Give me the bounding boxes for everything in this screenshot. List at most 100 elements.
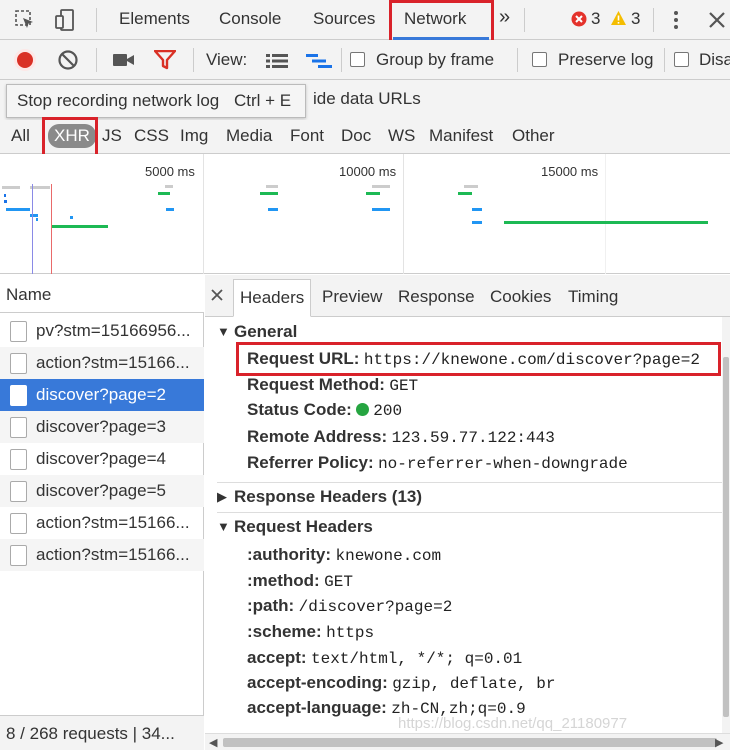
overview-bar: [165, 185, 173, 188]
overview-bar: [504, 221, 708, 224]
request-row-selected[interactable]: discover?page=2: [0, 379, 204, 411]
overview-bar: [2, 186, 20, 189]
kebab-menu-icon[interactable]: [670, 9, 682, 31]
section-divider: [217, 512, 725, 513]
more-tabs-button[interactable]: »: [499, 6, 510, 29]
request-name: discover?page=4: [36, 449, 166, 468]
close-details-icon[interactable]: [210, 287, 224, 301]
error-icon[interactable]: [571, 11, 587, 27]
general-section-header[interactable]: ▼ General: [217, 322, 297, 342]
network-overview-timeline[interactable]: 5000 ms 10000 ms 15000 ms: [0, 154, 730, 274]
document-icon: [10, 545, 27, 566]
type-filter-doc[interactable]: Doc: [341, 126, 371, 146]
large-rows-icon[interactable]: [266, 53, 288, 69]
overview-bar: [260, 192, 278, 195]
inspect-element-icon[interactable]: [14, 9, 36, 31]
warning-icon[interactable]: [610, 10, 627, 26]
record-button[interactable]: [13, 48, 37, 72]
name-column-header[interactable]: Name: [0, 275, 204, 313]
tab-network[interactable]: Network: [404, 9, 466, 29]
request-method-key: Request Method:: [247, 375, 385, 394]
overview-bar: [158, 192, 170, 195]
header-key: :path:: [247, 596, 295, 615]
header-key: :scheme:: [247, 622, 322, 641]
referrer-policy-key: Referrer Policy:: [247, 453, 374, 472]
vertical-scroll-thumb[interactable]: [723, 357, 729, 717]
error-count[interactable]: 3: [591, 9, 600, 29]
overview-bar: [372, 208, 390, 211]
tab-preview[interactable]: Preview: [322, 287, 382, 307]
remote-address-row: Remote Address: 123.59.77.122:443: [247, 427, 555, 447]
request-row[interactable]: discover?page=4: [0, 443, 204, 475]
waterfall-view-icon[interactable]: [306, 53, 332, 69]
tab-elements[interactable]: Elements: [119, 9, 190, 29]
screenshot-camera-icon[interactable]: [113, 52, 135, 68]
header-value: gzip, deflate, br: [392, 675, 556, 693]
type-filter-manifest[interactable]: Manifest: [429, 126, 493, 146]
preserve-log-label: Preserve log: [558, 50, 654, 69]
disable-cache-label: Disa: [699, 50, 730, 69]
request-row[interactable]: action?stm=15166...: [0, 347, 204, 379]
tab-cookies[interactable]: Cookies: [490, 287, 551, 307]
type-filter-all[interactable]: All: [11, 126, 30, 146]
overview-tick-label: 5000 ms: [145, 164, 195, 179]
document-icon: [10, 385, 27, 406]
horizontal-scroll-thumb[interactable]: [223, 738, 717, 747]
type-filter-xhr[interactable]: XHR: [48, 124, 96, 148]
request-row[interactable]: action?stm=15166...: [0, 507, 204, 539]
document-icon: [10, 449, 27, 470]
request-name: discover?page=5: [36, 481, 166, 500]
general-section-title: General: [234, 322, 298, 341]
overview-bar: [458, 192, 472, 195]
type-filter-img[interactable]: Img: [180, 126, 208, 146]
request-method-row: Request Method: GET: [247, 375, 418, 395]
request-headers-section-header[interactable]: ▼ Request Headers: [217, 517, 373, 537]
request-row[interactable]: discover?page=5: [0, 475, 204, 507]
referrer-policy-row: Referrer Policy: no-referrer-when-downgr…: [247, 453, 628, 473]
overview-bar: [36, 218, 38, 221]
preserve-log-checkbox[interactable]: [532, 52, 547, 67]
scroll-left-arrow-icon[interactable]: ◀: [209, 736, 217, 749]
warning-count[interactable]: 3: [631, 9, 640, 29]
type-filter-font[interactable]: Font: [290, 126, 324, 146]
scroll-right-arrow-icon[interactable]: ▶: [715, 736, 723, 749]
request-details-panel: Headers Preview Response Cookies Timing …: [205, 275, 730, 750]
disable-cache-checkbox[interactable]: [674, 52, 689, 67]
filter-funnel-icon[interactable]: [153, 49, 177, 70]
dom-content-loaded-line: [32, 184, 33, 274]
type-filter-ws[interactable]: WS: [388, 126, 415, 146]
tab-sources[interactable]: Sources: [313, 9, 375, 29]
request-row[interactable]: pv?stm=15166956...: [0, 315, 204, 347]
type-filter-other[interactable]: Other: [512, 126, 555, 146]
tab-headers[interactable]: Headers: [233, 279, 312, 317]
request-name: discover?page=2: [36, 385, 166, 404]
type-filter-css[interactable]: CSS: [134, 126, 169, 146]
tooltip-text: Stop recording network log: [17, 91, 220, 110]
tab-console[interactable]: Console: [219, 9, 281, 29]
type-filter-media[interactable]: Media: [226, 126, 272, 146]
details-horizontal-scrollbar[interactable]: ◀ ▶: [205, 733, 730, 750]
request-header-row: :authority: knewone.com: [247, 545, 441, 565]
details-vertical-scrollbar[interactable]: [722, 317, 730, 733]
view-label: View:: [206, 50, 248, 69]
blog-watermark: https://blog.csdn.net/qq_21180977: [398, 715, 628, 732]
overview-bar: [266, 185, 278, 188]
clear-icon[interactable]: [57, 49, 79, 71]
record-tooltip: Stop recording network log Ctrl + E: [6, 84, 306, 118]
request-header-row: accept-encoding: gzip, deflate, br: [247, 673, 555, 693]
hide-data-urls-label: ide data URLs: [313, 89, 421, 108]
type-filter-js[interactable]: JS: [102, 126, 122, 146]
close-devtools-icon[interactable]: [707, 10, 727, 30]
request-row[interactable]: action?stm=15166...: [0, 539, 204, 571]
tab-timing[interactable]: Timing: [568, 287, 618, 307]
tooltip-shortcut: Ctrl + E: [233, 91, 292, 110]
tab-response[interactable]: Response: [398, 287, 475, 307]
section-divider: [217, 482, 725, 483]
header-key: accept-language:: [247, 698, 387, 717]
request-row[interactable]: discover?page=3: [0, 411, 204, 443]
group-by-frame-checkbox[interactable]: [350, 52, 365, 67]
response-headers-section-header[interactable]: ▶ Response Headers (13): [217, 487, 422, 507]
device-toolbar-icon[interactable]: [54, 8, 78, 32]
overview-bar: [4, 200, 7, 203]
resource-type-filter-bar: All XHR JS CSS Img Media Font Doc WS Man…: [0, 120, 730, 154]
